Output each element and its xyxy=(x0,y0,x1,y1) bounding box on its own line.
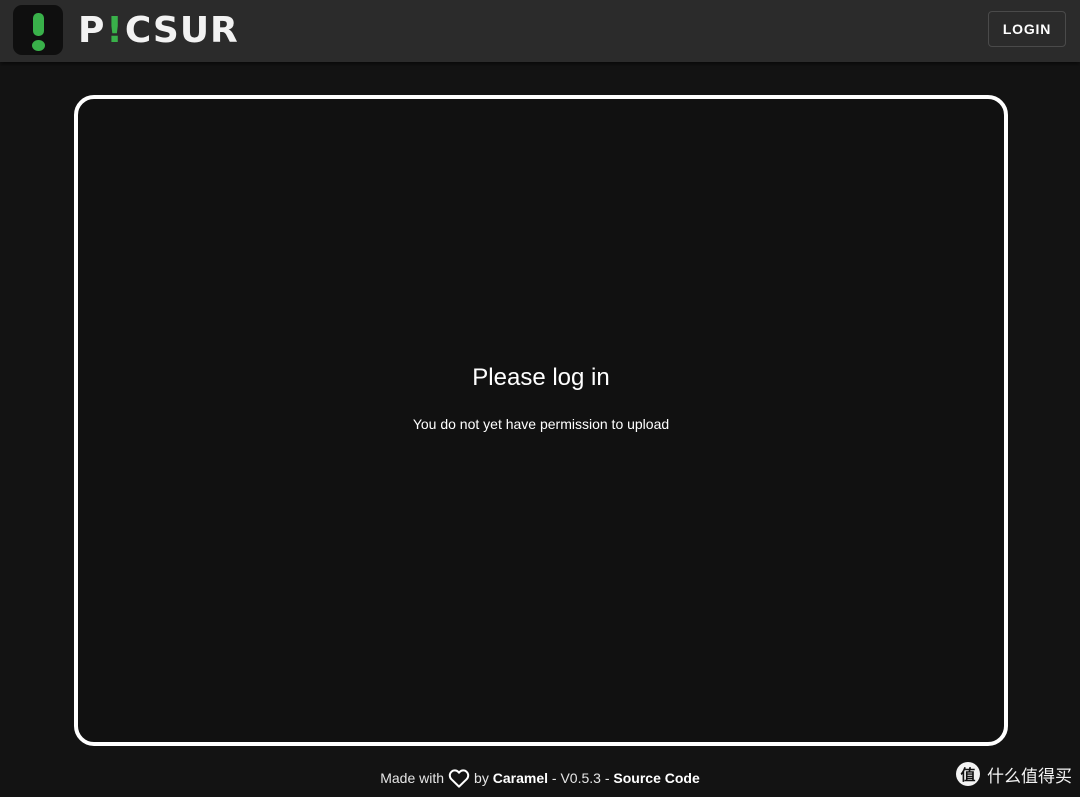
wordmark-end: CSUR xyxy=(124,9,239,51)
source-code-link[interactable]: Source Code xyxy=(613,770,699,786)
top-app-bar: P! CSUR LOGIN xyxy=(0,0,1080,62)
footer-by: by xyxy=(474,770,489,786)
login-button[interactable]: LOGIN xyxy=(988,11,1066,47)
heart-icon xyxy=(448,768,470,788)
wordmark-exclamation: ! xyxy=(106,9,124,51)
app-wordmark[interactable]: P! CSUR xyxy=(78,9,239,51)
upload-drop-area: Please log in You do not yet have permis… xyxy=(74,95,1008,746)
logo-exclamation-bar xyxy=(33,13,44,36)
wordmark-start: P xyxy=(78,9,106,51)
footer-made-with: Made with xyxy=(380,770,445,786)
footer-version: V0.5.3 xyxy=(560,770,601,786)
footer-separator-1: - xyxy=(548,770,561,786)
watermark: 值 什么值得买 xyxy=(956,758,1072,790)
app-logo-icon[interactable] xyxy=(13,5,63,55)
page-title: Please log in xyxy=(472,364,610,391)
watermark-text: 什么值得买 xyxy=(987,766,1072,786)
permission-message: You do not yet have permission to upload xyxy=(412,416,670,432)
footer-author-link[interactable]: Caramel xyxy=(493,770,548,786)
footer-separator-2: - xyxy=(600,770,614,786)
logo-exclamation-dot xyxy=(32,40,45,51)
watermark-badge-icon: 值 xyxy=(956,762,980,786)
footer: Made with by Caramel - V0.5.3 - Source C… xyxy=(0,766,1080,790)
